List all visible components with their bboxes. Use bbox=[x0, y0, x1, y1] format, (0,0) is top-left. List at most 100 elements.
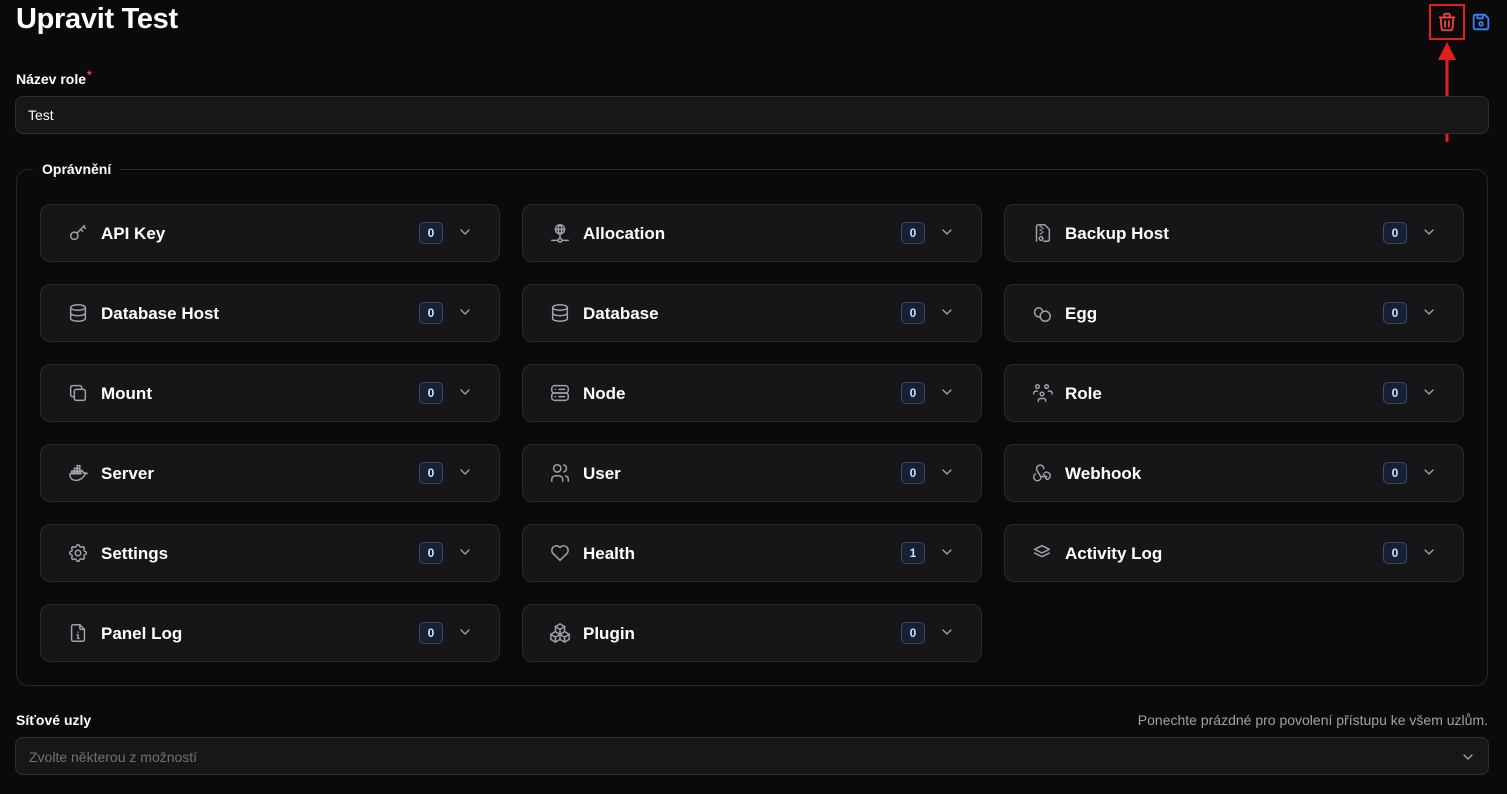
save-button[interactable] bbox=[1469, 10, 1493, 34]
permission-count-badge: 0 bbox=[419, 222, 443, 244]
chevron-down-icon[interactable] bbox=[1421, 544, 1437, 560]
chevron-down-icon[interactable] bbox=[939, 224, 955, 240]
permission-label: Webhook bbox=[1065, 464, 1142, 483]
permission-label: Settings bbox=[101, 544, 169, 563]
settings-icon bbox=[67, 542, 89, 564]
chevron-down-icon[interactable] bbox=[1421, 384, 1437, 400]
permission-card-egg[interactable]: Egg 0 bbox=[1004, 284, 1464, 342]
file-zip-icon bbox=[1031, 222, 1053, 244]
permission-card-server[interactable]: Server 0 bbox=[40, 444, 500, 502]
permission-label: Panel Log bbox=[101, 624, 183, 643]
permission-count-badge: 0 bbox=[419, 622, 443, 644]
permission-count-badge: 0 bbox=[1383, 542, 1407, 564]
chevron-down-icon[interactable] bbox=[1421, 224, 1437, 240]
server-icon bbox=[549, 382, 571, 404]
permission-card-node[interactable]: Node 0 bbox=[522, 364, 982, 422]
permission-label: Database Host bbox=[101, 304, 220, 323]
packages-icon bbox=[549, 622, 571, 644]
permission-label: Plugin bbox=[583, 624, 635, 643]
permission-label: API Key bbox=[101, 224, 166, 243]
permission-label: Database bbox=[583, 304, 659, 323]
webhook-icon bbox=[1031, 462, 1053, 484]
permission-label: Role bbox=[1065, 384, 1102, 403]
chevron-down-icon[interactable] bbox=[939, 384, 955, 400]
chevron-down-icon[interactable] bbox=[939, 624, 955, 640]
users-group-icon bbox=[1031, 382, 1053, 404]
permission-count-badge: 0 bbox=[1383, 302, 1407, 324]
permission-count-badge: 0 bbox=[901, 622, 925, 644]
permission-count-badge: 0 bbox=[1383, 222, 1407, 244]
page-title: Upravit Test bbox=[16, 3, 178, 35]
permission-card-database[interactable]: Database 0 bbox=[522, 284, 982, 342]
permission-count-badge: 0 bbox=[419, 302, 443, 324]
required-mark: * bbox=[87, 68, 92, 82]
permission-count-badge: 0 bbox=[901, 462, 925, 484]
permission-card-plugin[interactable]: Plugin 0 bbox=[522, 604, 982, 662]
heart-icon bbox=[549, 542, 571, 564]
chevron-down-icon[interactable] bbox=[457, 624, 473, 640]
docker-icon bbox=[67, 462, 89, 484]
users-icon bbox=[549, 462, 571, 484]
permissions-legend: Oprávnění bbox=[33, 161, 121, 177]
permission-count-badge: 0 bbox=[1383, 382, 1407, 404]
permission-label: Node bbox=[583, 384, 626, 403]
permission-card-health[interactable]: Health 1 bbox=[522, 524, 982, 582]
permission-card-webhook[interactable]: Webhook 0 bbox=[1004, 444, 1464, 502]
permission-label: Egg bbox=[1065, 304, 1098, 323]
nodes-label: Síťové uzly bbox=[16, 712, 92, 728]
header-actions bbox=[1429, 4, 1493, 40]
permission-label: Backup Host bbox=[1065, 224, 1169, 243]
chevron-down-icon[interactable] bbox=[457, 544, 473, 560]
database-icon bbox=[549, 302, 571, 324]
chevron-down-icon[interactable] bbox=[457, 384, 473, 400]
permission-count-badge: 1 bbox=[901, 542, 925, 564]
eggs-icon bbox=[1031, 302, 1053, 324]
role-name-label-text: Název role bbox=[16, 71, 87, 87]
role-name-label: Název role* bbox=[16, 68, 92, 87]
permissions-fieldset: Oprávnění API Key 0 Allocation 0 Backup Host… bbox=[16, 161, 1488, 686]
permission-count-badge: 0 bbox=[419, 462, 443, 484]
chevron-down-icon[interactable] bbox=[939, 304, 955, 320]
permission-label: Mount bbox=[101, 384, 152, 403]
permission-label: Activity Log bbox=[1065, 544, 1163, 563]
permission-label: User bbox=[583, 464, 621, 483]
network-icon bbox=[549, 222, 571, 244]
role-name-input[interactable] bbox=[15, 96, 1489, 134]
chevron-down-icon[interactable] bbox=[1421, 464, 1437, 480]
permission-card-mount[interactable]: Mount 0 bbox=[40, 364, 500, 422]
permission-label: Allocation bbox=[583, 224, 666, 243]
chevron-down-icon[interactable] bbox=[457, 304, 473, 320]
chevron-down-icon[interactable] bbox=[939, 544, 955, 560]
chevron-down-icon bbox=[1460, 749, 1476, 765]
permission-count-badge: 0 bbox=[419, 542, 443, 564]
permission-label: Health bbox=[583, 544, 635, 563]
chevron-down-icon[interactable] bbox=[939, 464, 955, 480]
nodes-select-placeholder: Zvolte některou z možností bbox=[29, 749, 198, 765]
trash-icon bbox=[1436, 10, 1458, 34]
stack-icon bbox=[1031, 542, 1053, 564]
permission-card-backup-host[interactable]: Backup Host 0 bbox=[1004, 204, 1464, 262]
permission-count-badge: 0 bbox=[901, 302, 925, 324]
nodes-select[interactable]: Zvolte některou z možností bbox=[15, 737, 1489, 775]
chevron-down-icon[interactable] bbox=[457, 224, 473, 240]
key-icon bbox=[67, 222, 89, 244]
permission-card-settings[interactable]: Settings 0 bbox=[40, 524, 500, 582]
database-icon bbox=[67, 302, 89, 324]
permission-count-badge: 0 bbox=[901, 222, 925, 244]
permission-card-user[interactable]: User 0 bbox=[522, 444, 982, 502]
permission-count-badge: 0 bbox=[1383, 462, 1407, 484]
permission-card-database-host[interactable]: Database Host 0 bbox=[40, 284, 500, 342]
permission-card-role[interactable]: Role 0 bbox=[1004, 364, 1464, 422]
permission-card-panel-log[interactable]: Panel Log 0 bbox=[40, 604, 500, 662]
permission-card-activity-log[interactable]: Activity Log 0 bbox=[1004, 524, 1464, 582]
chevron-down-icon[interactable] bbox=[457, 464, 473, 480]
nodes-hint: Ponechte prázdné pro povolení přístupu k… bbox=[1137, 712, 1488, 728]
chevron-down-icon[interactable] bbox=[1421, 304, 1437, 320]
device-floppy-icon bbox=[1470, 11, 1492, 33]
permission-count-badge: 0 bbox=[901, 382, 925, 404]
file-info-icon bbox=[67, 622, 89, 644]
permission-card-api-key[interactable]: API Key 0 bbox=[40, 204, 500, 262]
copy-icon bbox=[67, 382, 89, 404]
delete-button[interactable] bbox=[1429, 4, 1465, 40]
permission-card-allocation[interactable]: Allocation 0 bbox=[522, 204, 982, 262]
